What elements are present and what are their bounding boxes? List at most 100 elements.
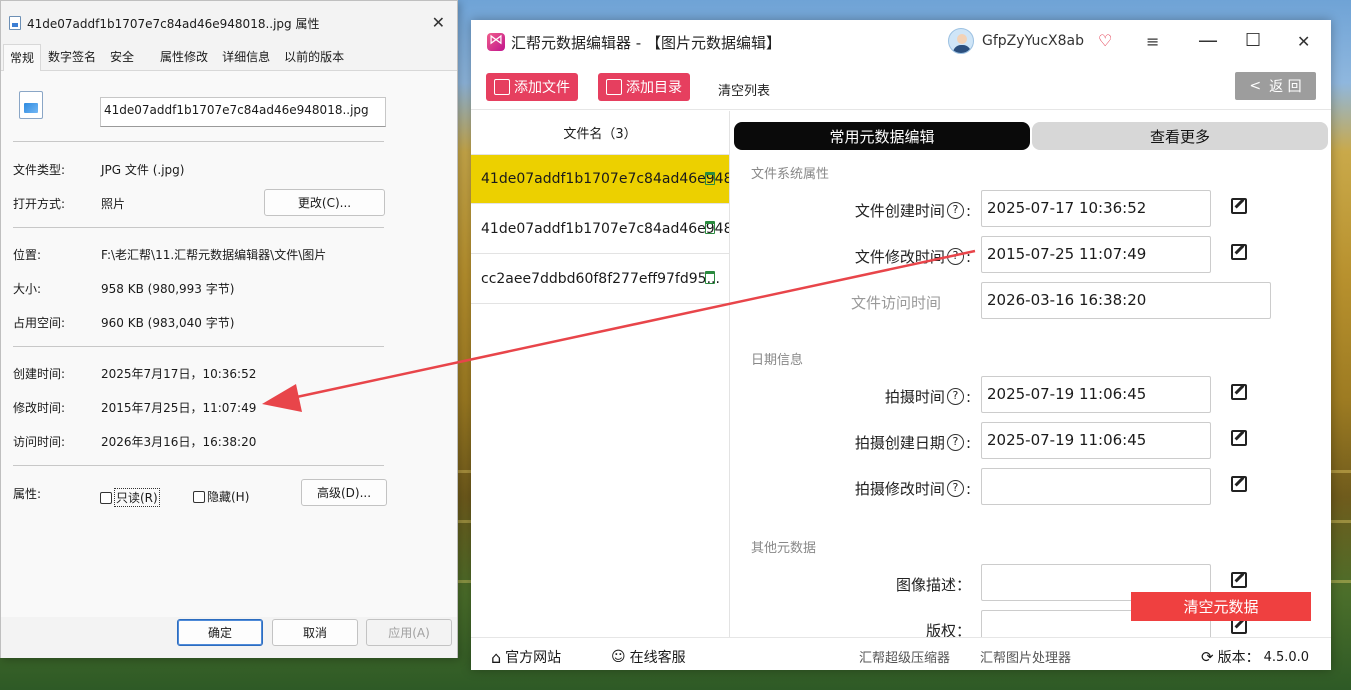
field-file-access-time: 文件访问时间 2026-03-16 16:38:20 [731, 282, 1331, 320]
file-access-time-input[interactable]: 2026-03-16 16:38:20 [981, 282, 1271, 319]
checkbox-box[interactable] [100, 491, 112, 504]
cancel-button[interactable]: 取消 [272, 619, 358, 646]
label: 访问时间: [13, 435, 66, 449]
label: 属性: [13, 487, 42, 501]
file-create-time-input[interactable]: 2025-07-17 10:36:52 [981, 190, 1211, 227]
refresh-icon[interactable]: ⟳ [1201, 648, 1214, 666]
properties-dialog: 41de07addf1b1707e7c84ad46e948018..jpg 属性… [0, 0, 458, 658]
edit-icon[interactable] [1231, 572, 1247, 588]
maximize-icon[interactable]: ☐ [1245, 30, 1261, 51]
add-directory-button[interactable]: 添加目录 [598, 73, 690, 101]
home-icon: ⌂ [491, 647, 502, 667]
version-info: ⟳ 版本： 4.5.0.0 [1201, 647, 1309, 667]
file-icon [9, 16, 21, 30]
user-name[interactable]: GfpZyYucX8ab [982, 33, 1084, 49]
headset-icon: ☺ [611, 649, 626, 665]
status-bar: ⌂ 官方网站 ☺ 在线客服 汇帮超级压缩器 汇帮图片处理器 ⟳ 版本： 4.5.… [471, 637, 1331, 670]
label: 文件类型: [13, 163, 66, 177]
tab-common-metadata[interactable]: 常用元数据编辑 [734, 122, 1030, 150]
edit-icon[interactable] [1231, 430, 1247, 446]
tab-attr-modify[interactable]: 属性修改 [153, 43, 215, 70]
ok-button[interactable]: 确定 [177, 619, 263, 646]
minimize-icon[interactable]: — [1198, 28, 1218, 52]
shot-modify-time-input[interactable] [981, 468, 1211, 505]
add-file-button[interactable]: 添加文件 [486, 73, 578, 101]
file-modify-time-input[interactable]: 2015-07-25 11:07:49 [981, 236, 1211, 273]
general-panel: 41de07addf1b1707e7c84ad46e948018..jpg 文件… [1, 71, 457, 617]
app-toolbar: 添加文件 添加目录 清空列表 < 返 回 [471, 64, 1331, 110]
help-icon[interactable]: ? [946, 248, 964, 265]
divider [13, 346, 384, 347]
label: 占用空间: [13, 316, 66, 330]
close-icon[interactable]: ✕ [432, 13, 445, 32]
clear-list-button[interactable]: 清空列表 [718, 80, 770, 99]
list-item[interactable]: 41de07addf1b1707e7c84ad46e948018..jpg [471, 204, 729, 254]
image-tool-link[interactable]: 汇帮图片处理器 [980, 647, 1071, 666]
label-text: 文件访问时间 [850, 294, 941, 312]
checkbox-box[interactable] [193, 490, 205, 503]
help-icon[interactable]: ? [946, 434, 964, 451]
field-file-modify-time: 文件修改时间?: 2015-07-25 11:07:49 [731, 236, 1331, 274]
shot-time-input[interactable]: 2025-07-19 11:06:45 [981, 376, 1211, 413]
label: 位置: [13, 248, 42, 262]
avatar[interactable] [948, 28, 974, 54]
tab-digital-signature[interactable]: 数字签名 [41, 43, 103, 70]
image-file-icon [19, 91, 43, 119]
online-service-link[interactable]: ☺ 在线客服 [611, 647, 686, 667]
close-icon[interactable]: ✕ [1297, 32, 1310, 51]
app-logo-icon [487, 32, 505, 51]
label: 修改时间: [13, 401, 66, 415]
trash-icon[interactable] [705, 221, 715, 234]
metadata-editor-window: 汇帮元数据编辑器 - 【图片元数据编辑】 GfpZyYucX8ab ♡ ≡ — … [471, 20, 1331, 670]
edit-icon[interactable] [1231, 198, 1247, 214]
apply-button[interactable]: 应用(A) [366, 619, 452, 646]
shot-create-date-input[interactable]: 2025-07-19 11:06:45 [981, 422, 1211, 459]
label-text: 拍摄时间 [884, 388, 945, 406]
edit-icon[interactable] [1231, 244, 1247, 260]
field-label: 图像描述： [895, 576, 971, 594]
menu-icon[interactable]: ≡ [1146, 32, 1159, 51]
list-item[interactable]: 41de07addf1b1707e7c84ad46e948018..jpg [471, 154, 729, 204]
field-shot-create-date: 拍摄创建日期?: 2025-07-19 11:06:45 [731, 422, 1331, 460]
file-name: 41de07addf1b1707e7c84ad46e948018..jpg [481, 220, 729, 237]
add-file-icon [494, 79, 510, 95]
change-button[interactable]: 更改(C)... [264, 189, 385, 216]
field-label: 文件访问时间 [851, 292, 941, 313]
tab-view-more[interactable]: 查看更多 [1032, 122, 1328, 150]
trash-icon[interactable] [705, 271, 715, 284]
label-text: 文件创建时间 [854, 202, 945, 220]
field-file-create-time: 文件创建时间?: 2025-07-17 10:36:52 [731, 190, 1331, 228]
file-list: 文件名（3） 41de07addf1b1707e7c84ad46e948018.… [471, 111, 730, 637]
compressor-link[interactable]: 汇帮超级压缩器 [859, 647, 950, 666]
section-filesystem: 文件系统属性 [751, 167, 830, 182]
filename-field[interactable]: 41de07addf1b1707e7c84ad46e948018..jpg [100, 97, 386, 127]
online-service-label: 在线客服 [629, 650, 686, 666]
clear-metadata-button[interactable]: 清空元数据 [1131, 592, 1311, 621]
readonly-checkbox[interactable]: 只读(R) [100, 488, 160, 507]
vip-diamond-icon[interactable]: ♡ [1098, 31, 1112, 50]
help-icon[interactable]: ? [946, 388, 964, 405]
trash-icon[interactable] [705, 172, 715, 185]
edit-icon[interactable] [1231, 384, 1247, 400]
chevron-left-icon: < [1249, 78, 1262, 94]
editor-tabs: 常用元数据编辑 查看更多 [734, 122, 1328, 150]
help-icon[interactable]: ? [946, 480, 964, 497]
value: 2026年3月16日，16:38:20 [101, 435, 257, 449]
tab-general[interactable]: 常规 [3, 44, 42, 71]
tab-security[interactable]: 安全 [103, 43, 141, 70]
list-item[interactable]: cc2aee7ddbd60f8f277eff97fd95... [471, 254, 729, 304]
version-number: 4.5.0.0 [1263, 649, 1310, 665]
value: 2025年7月17日，10:36:52 [101, 367, 257, 381]
field-label: 文件创建时间?: [854, 201, 971, 221]
tab-details[interactable]: 详细信息 [215, 43, 277, 70]
help-icon[interactable]: ? [946, 202, 964, 219]
tab-previous-versions[interactable]: 以前的版本 [277, 43, 351, 70]
advanced-button[interactable]: 高级(D)... [301, 479, 387, 506]
official-site-link[interactable]: ⌂ 官方网站 [491, 647, 561, 667]
back-button[interactable]: < 返 回 [1235, 72, 1316, 100]
value: 958 KB (980,993 字节) [101, 282, 235, 296]
value: F:\老汇帮\11.汇帮元数据编辑器\文件\图片 [101, 248, 327, 262]
hidden-checkbox[interactable]: 隐藏(H) [193, 488, 249, 505]
file-list-header: 文件名（3） [563, 127, 637, 142]
edit-icon[interactable] [1231, 476, 1247, 492]
